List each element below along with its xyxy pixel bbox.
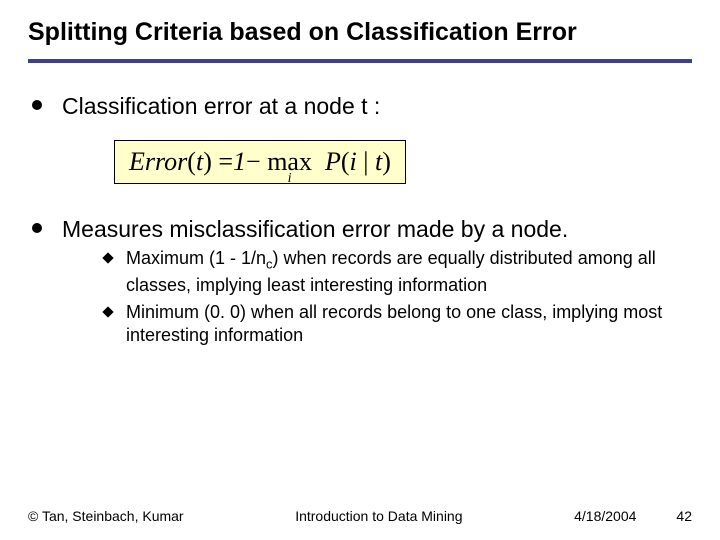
sub-list: Maximum (1 - 1/nc) when records are equa… xyxy=(62,247,692,348)
diamond-icon xyxy=(102,252,113,263)
point2-text: Measures misclassification error made by… xyxy=(62,216,568,242)
title-underline xyxy=(28,59,692,63)
diamond-icon xyxy=(102,306,113,317)
footer-date: 4/18/2004 xyxy=(574,508,636,524)
bullet-item-1: Classification error at a node t : xyxy=(32,91,692,122)
formula-P: P xyxy=(325,147,341,176)
max-operator: maxi xyxy=(267,147,312,177)
bullet-text: Classification error at a node t : xyxy=(62,91,380,122)
formula-lhs: Error xyxy=(129,147,187,176)
sub-bullet-2: Minimum (0. 0) when all records belong t… xyxy=(104,301,692,348)
bullet-item-2: Measures misclassification error made by… xyxy=(32,214,692,352)
formula-eq: = xyxy=(218,147,233,176)
bullet-text: Measures misclassification error made by… xyxy=(62,214,692,352)
error-formula: Error(t) =1− maxi P(i | t) xyxy=(114,140,406,184)
footer-authors: © Tan, Steinbach, Kumar xyxy=(28,508,184,524)
formula-i: i xyxy=(350,147,357,176)
sub-bullet-text: Maximum (1 - 1/nc) when records are equa… xyxy=(126,247,692,297)
formula-container: Error(t) =1− maxi P(i | t) xyxy=(114,140,692,184)
sub1-part-a: Maximum (1 - 1/n xyxy=(126,248,266,268)
formula-one: 1 xyxy=(233,147,246,176)
bullet-icon xyxy=(32,223,42,233)
max-subscript: i xyxy=(288,171,292,187)
formula-bar: | xyxy=(363,147,368,176)
slide-footer: © Tan, Steinbach, Kumar Introduction to … xyxy=(28,508,692,524)
sub-bullet-text: Minimum (0. 0) when all records belong t… xyxy=(126,301,692,348)
footer-course: Introduction to Data Mining xyxy=(295,508,462,524)
slide-title: Splitting Criteria based on Classificati… xyxy=(28,18,692,47)
footer-page: 42 xyxy=(676,508,692,524)
sub-bullet-1: Maximum (1 - 1/nc) when records are equa… xyxy=(104,247,692,297)
bullet-icon xyxy=(32,100,42,110)
slide-body: Classification error at a node t : Error… xyxy=(28,91,692,352)
formula-minus: − xyxy=(246,147,261,176)
